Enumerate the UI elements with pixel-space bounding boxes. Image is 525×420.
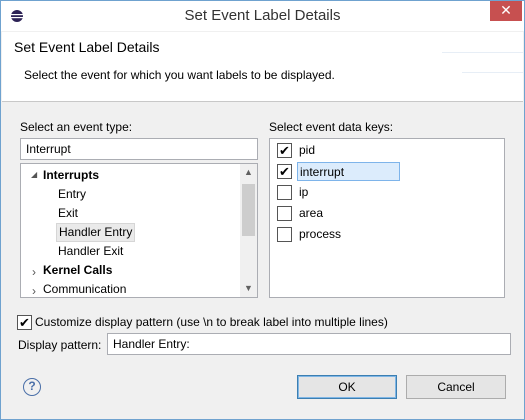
area-label[interactable]: area (299, 204, 323, 223)
dialog-header: Set Event Label Details Select the event… (2, 32, 523, 102)
scroll-down-icon[interactable]: ▼ (240, 280, 257, 297)
dialog-window: Set Event Label Details ✕ Set Event Labe… (0, 0, 525, 420)
process-checkbox[interactable] (277, 227, 292, 242)
event-filter-input[interactable]: Interrupt (20, 138, 258, 160)
tree-item-handler-exit[interactable]: Handler Exit (58, 242, 123, 261)
pid-checkbox[interactable]: ✔ (277, 143, 292, 158)
tree-expanded-icon[interactable]: ◢ (31, 170, 37, 179)
help-icon[interactable]: ? (23, 378, 41, 396)
tree-scrollbar[interactable]: ▲ ▼ (240, 164, 257, 297)
tree-item-handler-entry[interactable]: Handler Entry (56, 223, 136, 242)
ok-button[interactable]: OK (297, 375, 397, 399)
scroll-up-icon[interactable]: ▲ (240, 164, 257, 181)
close-button[interactable]: ✕ (490, 1, 522, 21)
ip-checkbox[interactable] (277, 185, 292, 200)
data-keys-label: Select event data keys: (269, 120, 394, 134)
header-subtitle: Select the event for which you want labe… (24, 68, 335, 82)
header-title: Set Event Label Details (14, 39, 160, 55)
tree-item-entry[interactable]: Entry (58, 185, 86, 204)
scroll-thumb[interactable] (242, 184, 255, 236)
pid-label[interactable]: pid (299, 141, 315, 160)
event-type-label: Select an event type: (20, 120, 133, 134)
display-pattern-input[interactable]: Handler Entry: (107, 333, 511, 355)
cancel-button[interactable]: Cancel (406, 375, 506, 399)
display-pattern-label: Display pattern: (18, 338, 102, 352)
tree-item-exit[interactable]: Exit (58, 204, 78, 223)
process-label[interactable]: process (299, 225, 341, 244)
header-decoration (442, 52, 523, 53)
customize-label[interactable]: Customize display pattern (use \n to bre… (35, 313, 388, 332)
ip-label[interactable]: ip (299, 183, 308, 202)
title-bar[interactable]: Set Event Label Details ✕ (1, 1, 524, 31)
tree-collapsed-icon[interactable]: › (32, 284, 36, 297)
tree-item-communication[interactable]: Communication (43, 280, 126, 297)
window-title: Set Event Label Details (184, 7, 341, 24)
tree-item-interrupts[interactable]: Interrupts (43, 166, 99, 185)
customize-checkbox[interactable]: ✔ (17, 315, 32, 330)
tree-collapsed-icon[interactable]: › (32, 265, 36, 279)
area-checkbox[interactable] (277, 206, 292, 221)
event-type-tree[interactable]: ◢ Interrupts Entry Exit Handler Entry Ha… (20, 163, 258, 298)
interrupt-label[interactable]: interrupt (297, 162, 400, 181)
tree-item-kernel-calls[interactable]: Kernel Calls (43, 261, 112, 280)
data-keys-list[interactable]: ✔ pid ✔ interrupt ip area process (269, 138, 505, 298)
interrupt-checkbox[interactable]: ✔ (277, 164, 292, 179)
header-decoration (462, 72, 523, 73)
